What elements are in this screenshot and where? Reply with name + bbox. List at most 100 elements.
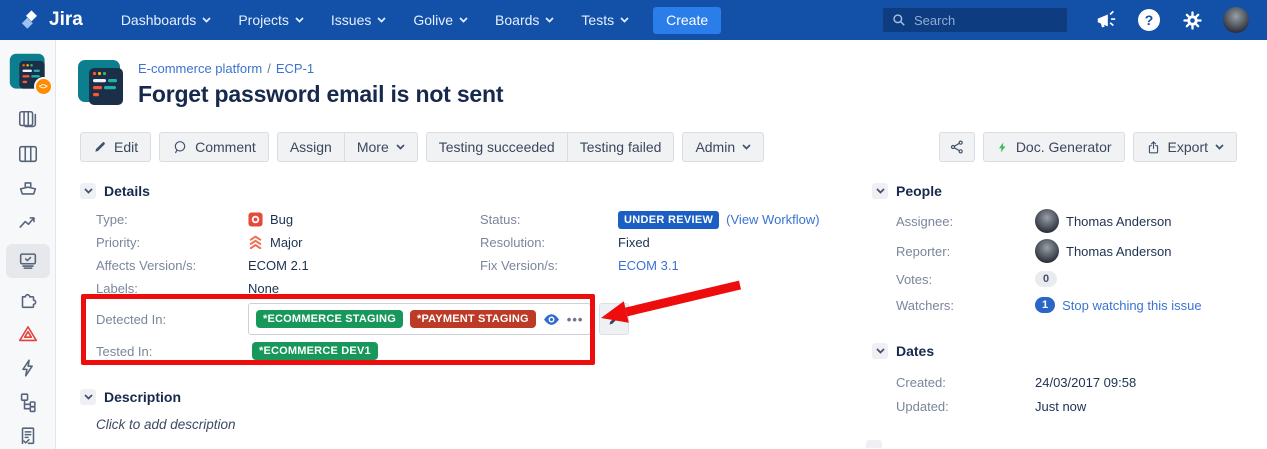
- nav-golive[interactable]: Golive: [413, 12, 468, 28]
- chevron-down-icon: [545, 17, 554, 23]
- tested-in-label: Tested In:: [96, 344, 248, 359]
- field-row-watchers: Watchers: 1 Stop watching this issue: [896, 292, 1264, 318]
- right-column: People Assignee: Thomas Anderson Reporte…: [872, 182, 1264, 418]
- assignee-value: Thomas Anderson: [1035, 209, 1172, 233]
- dates-heading: Dates: [896, 343, 934, 359]
- project-avatar[interactable]: <>: [9, 53, 47, 91]
- announcements-icon[interactable]: [1094, 8, 1118, 32]
- description-placeholder[interactable]: Click to add description: [96, 417, 850, 432]
- watchers-badge: 1: [1035, 297, 1055, 313]
- environment-badge[interactable]: *ECOMMERCE DEV1: [252, 342, 378, 360]
- sidebar-items: [6, 108, 50, 448]
- search-box[interactable]: [882, 7, 1068, 33]
- nav-projects[interactable]: Projects: [238, 12, 304, 28]
- more-button[interactable]: More: [345, 132, 418, 162]
- chevron-down-icon: [295, 17, 304, 23]
- view-workflow-link[interactable]: (View Workflow): [726, 212, 819, 227]
- details-rows: Type: Bug Priority: Major: [80, 208, 850, 364]
- resolution-value: Fixed: [618, 235, 650, 250]
- labels-value: None: [248, 281, 279, 296]
- detected-in-label: Detected In:: [96, 312, 248, 327]
- comment-button[interactable]: Comment: [159, 132, 269, 162]
- sidebar-item-releases-icon[interactable]: [10, 176, 46, 200]
- details-section-header: Details: [80, 182, 850, 200]
- doc-generator-button[interactable]: Doc. Generator: [983, 132, 1125, 162]
- sidebar-item-checklist-icon[interactable]: [10, 424, 46, 448]
- user-avatar[interactable]: [1223, 7, 1249, 33]
- field-row-created: Created: 24/03/2017 09:58: [896, 370, 1264, 394]
- description-heading: Description: [104, 389, 181, 405]
- details-status-column: Status: UNDER REVIEW (View Workflow) Res…: [480, 208, 840, 277]
- fix-version-link[interactable]: ECOM 3.1: [618, 258, 679, 273]
- stop-watching-link[interactable]: Stop watching this issue: [1062, 298, 1201, 313]
- field-row-fix-version: Fix Version/s: ECOM 3.1: [480, 254, 840, 277]
- description-section: Description Click to add description: [80, 388, 850, 432]
- type-value: Bug: [248, 212, 293, 227]
- issue-main: E-commerce platform/ECP-1 Forget passwor…: [56, 40, 1267, 449]
- collapse-people-button[interactable]: [872, 183, 888, 199]
- dates-section: Dates Created: 24/03/2017 09:58 Updated:…: [872, 342, 1264, 418]
- sidebar-item-board-icon[interactable]: [10, 142, 46, 166]
- reporter-avatar: [1035, 239, 1059, 263]
- collapse-description-button[interactable]: [80, 389, 96, 405]
- settings-gear-icon[interactable]: [1180, 8, 1204, 32]
- issue-toolbar: Edit Comment Assign More Testing succeed…: [80, 132, 1237, 162]
- assign-button[interactable]: Assign: [277, 132, 345, 162]
- eye-icon[interactable]: [543, 313, 560, 326]
- nav-boards[interactable]: Boards: [495, 12, 554, 28]
- nav-issues[interactable]: Issues: [331, 12, 386, 28]
- collapse-next-section-button[interactable]: [866, 440, 882, 448]
- details-heading: Details: [104, 183, 150, 199]
- nav-dashboards[interactable]: Dashboards: [121, 12, 212, 28]
- sidebar-item-incidents-icon[interactable]: [10, 322, 46, 346]
- sidebar-item-tests-icon[interactable]: [6, 244, 50, 278]
- sidebar-item-reports-icon[interactable]: [10, 210, 46, 234]
- issue-header: E-commerce platform/ECP-1 Forget passwor…: [77, 59, 503, 108]
- breadcrumb-separator: /: [267, 61, 271, 76]
- priority-value: Major: [248, 235, 303, 250]
- create-button[interactable]: Create: [653, 7, 721, 34]
- top-navbar: Jira Dashboards Projects Issues Golive B…: [0, 0, 1267, 40]
- sidebar-item-backlog-icon[interactable]: [10, 108, 46, 132]
- nav-tests[interactable]: Tests: [581, 12, 629, 28]
- sidebar-item-addons-icon[interactable]: [10, 288, 46, 312]
- environment-badge[interactable]: *PAYMENT STAGING: [410, 310, 536, 328]
- sidebar-item-automation-icon[interactable]: [10, 356, 46, 380]
- search-input[interactable]: [914, 13, 1058, 28]
- collapse-dates-button[interactable]: [872, 343, 888, 359]
- share-button[interactable]: [939, 132, 975, 162]
- affects-version-label: Affects Version/s:: [96, 258, 248, 273]
- assignee-name[interactable]: Thomas Anderson: [1066, 214, 1172, 229]
- field-row-votes: Votes: 0: [896, 266, 1264, 292]
- chevron-down-icon: [742, 144, 751, 150]
- admin-button[interactable]: Admin: [682, 132, 764, 162]
- edit-detected-in-button[interactable]: [599, 303, 629, 335]
- jira-logo[interactable]: Jira: [20, 9, 83, 31]
- breadcrumb-project-link[interactable]: E-commerce platform: [138, 61, 262, 76]
- field-row-resolution: Resolution: Fixed: [480, 231, 840, 254]
- reporter-name[interactable]: Thomas Anderson: [1066, 244, 1172, 259]
- collapse-details-button[interactable]: [80, 183, 96, 199]
- updated-label: Updated:: [896, 399, 1035, 414]
- testing-failed-button[interactable]: Testing failed: [568, 132, 675, 162]
- edit-button[interactable]: Edit: [80, 132, 151, 162]
- field-row-labels: Labels: None: [96, 277, 850, 300]
- status-label: Status:: [480, 212, 618, 227]
- priority-major-icon: [248, 235, 263, 250]
- created-value: 24/03/2017 09:58: [1035, 375, 1136, 390]
- chevron-down-icon: [1215, 144, 1224, 150]
- field-row-status: Status: UNDER REVIEW (View Workflow): [480, 208, 840, 231]
- field-row-assignee: Assignee: Thomas Anderson: [896, 206, 1264, 236]
- overflow-ellipsis[interactable]: •••: [567, 312, 584, 327]
- export-button[interactable]: Export: [1133, 132, 1237, 162]
- people-section-header: People: [872, 182, 1264, 200]
- jira-issue-page: Jira Dashboards Projects Issues Golive B…: [0, 0, 1267, 449]
- environment-badge[interactable]: *ECOMMERCE STAGING: [256, 310, 403, 328]
- priority-label: Priority:: [96, 235, 248, 250]
- help-icon[interactable]: ?: [1137, 8, 1161, 32]
- sidebar-item-structure-icon[interactable]: [10, 390, 46, 414]
- testing-succeeded-button[interactable]: Testing succeeded: [426, 132, 568, 162]
- breadcrumb-issue-key-link[interactable]: ECP-1: [276, 61, 314, 76]
- detected-in-field[interactable]: *ECOMMERCE STAGING *PAYMENT STAGING •••: [248, 303, 591, 335]
- assign-more-group: Assign More: [277, 132, 418, 162]
